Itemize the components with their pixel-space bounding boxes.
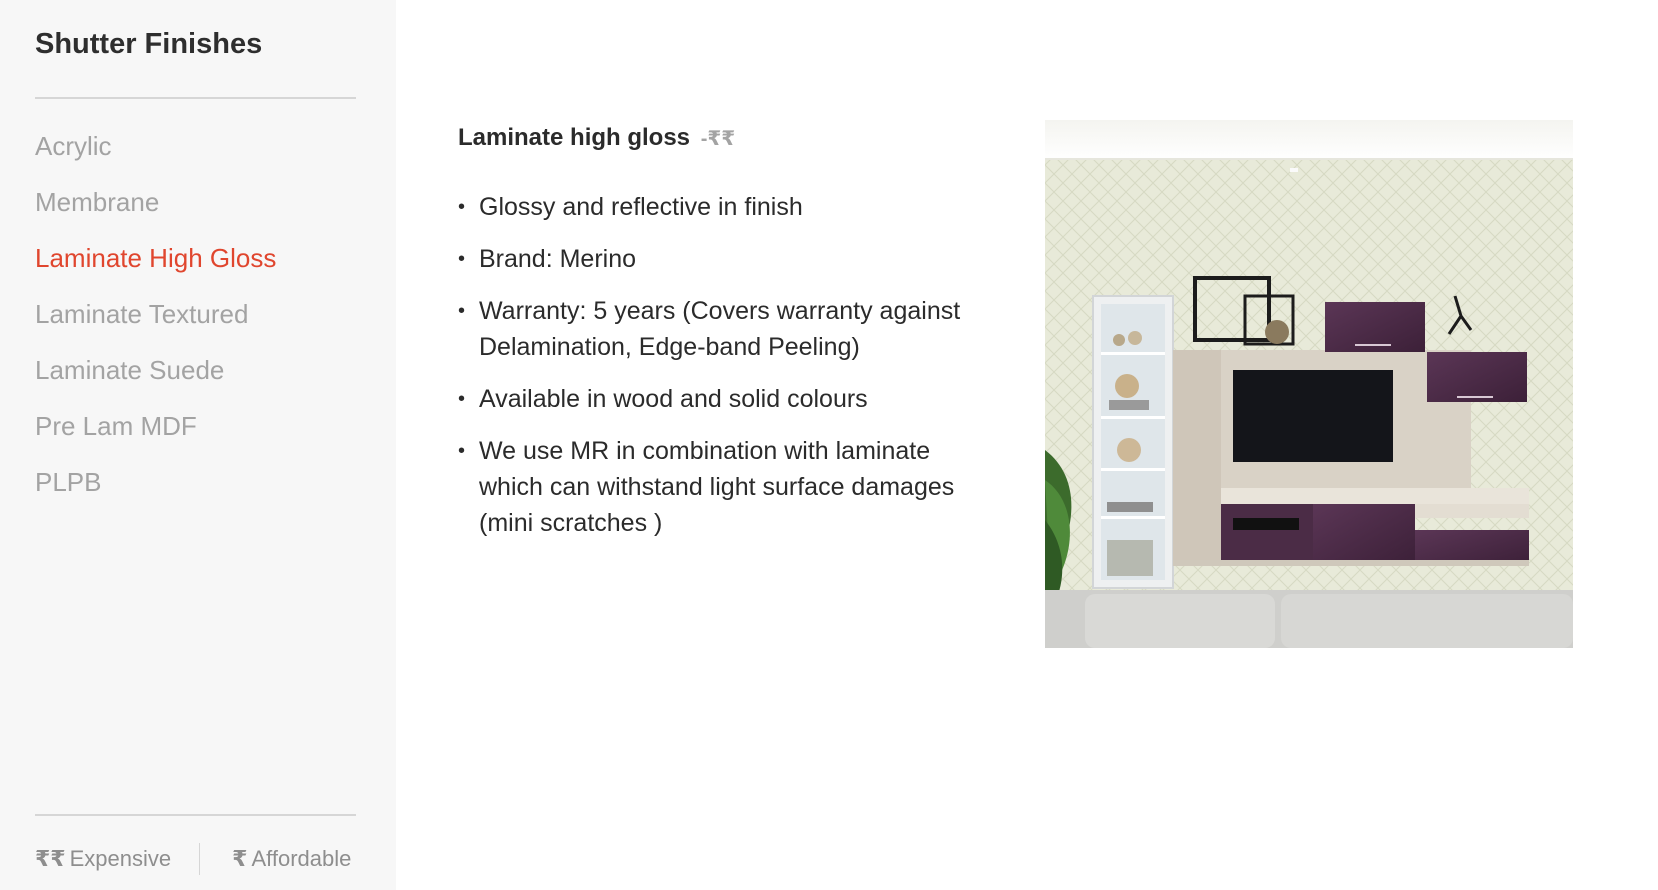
legend-affordable: ₹ Affordable (232, 846, 351, 872)
sidebar-item-laminate-suede[interactable]: Laminate Suede (35, 352, 276, 408)
feature-item: Warranty: 5 years (Covers warranty again… (458, 293, 998, 365)
price-legend: ₹₹ Expensive ₹ Affordable (35, 843, 351, 875)
tv-unit-photo-icon (1045, 120, 1573, 648)
sidebar-divider-bottom (35, 814, 356, 816)
feature-item: Brand: Merino (458, 241, 998, 277)
product-title-text: Laminate high gloss (458, 124, 691, 151)
finish-nav: Acrylic Membrane Laminate High Gloss Lam… (35, 128, 276, 520)
feature-item: Glossy and reflective in finish (458, 189, 998, 225)
sidebar-item-laminate-high-gloss[interactable]: Laminate High Gloss (35, 240, 276, 296)
display-cabinet (1092, 295, 1174, 589)
rupee-double-icon: ₹₹ (35, 846, 66, 871)
sidebar-item-membrane[interactable]: Membrane (35, 184, 276, 240)
legend-expensive: ₹₹ Expensive (35, 846, 171, 872)
sidebar-title: Shutter Finishes (35, 28, 263, 60)
sidebar-divider-top (35, 97, 356, 99)
feature-item: We use MR in combination with laminate w… (458, 433, 998, 541)
product-image (1045, 120, 1573, 648)
product-title: Laminate high gloss -₹₹ (458, 120, 998, 157)
sidebar-item-acrylic[interactable]: Acrylic (35, 128, 276, 184)
legend-expensive-label: Expensive (69, 846, 172, 871)
sidebar-item-pre-lam-mdf[interactable]: Pre Lam MDF (35, 408, 276, 464)
finish-details: Laminate high gloss -₹₹ Glossy and refle… (458, 120, 998, 557)
sidebar-item-plpb[interactable]: PLPB (35, 464, 276, 520)
legend-separator (199, 843, 201, 875)
feature-item: Available in wood and solid colours (458, 381, 998, 417)
sidebar: Shutter Finishes Acrylic Membrane Lamina… (0, 0, 396, 890)
sidebar-item-laminate-textured[interactable]: Laminate Textured (35, 296, 276, 352)
price-tag: -₹₹ (700, 128, 736, 150)
legend-affordable-label: Affordable (251, 846, 352, 871)
rupee-icon: ₹ (232, 846, 248, 871)
sofa (1045, 590, 1573, 648)
feature-list: Glossy and reflective in finish Brand: M… (458, 189, 998, 541)
